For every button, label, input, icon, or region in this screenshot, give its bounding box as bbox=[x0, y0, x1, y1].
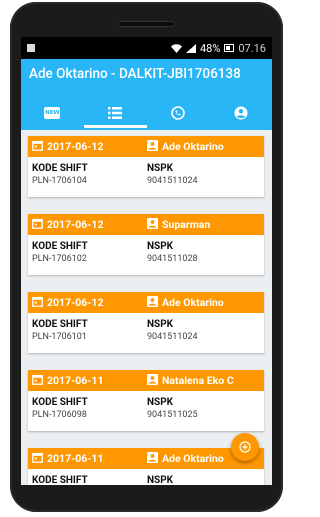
card-header: 2017-06-12 Ade Oktarino bbox=[28, 292, 264, 313]
card-body: KODE SHIFT PLN-1706098 NSPK 9041511025 bbox=[28, 391, 264, 431]
person-card-icon bbox=[147, 451, 158, 466]
kode-shift-label: KODE SHIFT bbox=[32, 475, 88, 485]
calendar-icon bbox=[32, 140, 43, 154]
add-button[interactable] bbox=[231, 433, 259, 461]
card-date: 2017-06-12 bbox=[47, 218, 104, 231]
calendar-icon bbox=[32, 452, 43, 466]
card-name: Natalena Eko C bbox=[162, 374, 234, 387]
nspk-value: 9041511024 bbox=[147, 332, 198, 342]
page-title: Ade Oktarino - DALKIT-JBI1706138 bbox=[29, 66, 241, 82]
tab-new[interactable]: NEW bbox=[21, 95, 84, 130]
battery-icon bbox=[224, 44, 235, 52]
card-date: 2017-06-12 bbox=[47, 140, 104, 153]
list-item[interactable]: 2017-06-12 Ade Oktarino KODE SHIFT PLN-1… bbox=[28, 136, 264, 197]
status-bar: 48% 07.16 bbox=[21, 37, 272, 59]
clock: 07.16 bbox=[238, 41, 266, 55]
card-header: 2017-06-11 Ade Oktarino bbox=[28, 448, 264, 469]
tab-list[interactable] bbox=[83, 95, 147, 130]
app-bar: Ade Oktarino - DALKIT-JBI1706138 NEW bbox=[21, 59, 272, 130]
list-item[interactable]: 2017-06-11 Ade Oktarino KODE SHIFT NSPK bbox=[28, 448, 264, 485]
kode-shift-value: PLN-1706102 bbox=[32, 254, 87, 264]
nspk-value: 9041511028 bbox=[147, 254, 198, 264]
nspk-label: NSPK bbox=[147, 163, 174, 174]
phone-frame: 48% 07.16 Ade Oktarino - DALKIT-JBI17061… bbox=[10, 2, 283, 512]
card-date: 2017-06-12 bbox=[47, 296, 104, 309]
kode-shift-label: KODE SHIFT bbox=[32, 241, 88, 252]
notification-icon bbox=[27, 44, 35, 52]
nspk-label: NSPK bbox=[147, 241, 174, 252]
card-header: 2017-06-11 Natalena Eko C bbox=[28, 370, 264, 391]
card-date: 2017-06-11 bbox=[47, 452, 104, 465]
phone-in-circle-icon bbox=[171, 105, 185, 120]
list-item[interactable]: 2017-06-12 Suparman KODE SHIFT PLN-17061… bbox=[28, 214, 264, 275]
nspk-value: 9041511025 bbox=[147, 410, 198, 420]
list-icon bbox=[108, 106, 123, 119]
new-badge-icon: NEW bbox=[44, 106, 61, 119]
card-name: Ade Oktarino bbox=[162, 452, 224, 465]
tab-profile[interactable] bbox=[209, 95, 272, 130]
battery-percent: 48% bbox=[199, 41, 221, 55]
add-circle-icon bbox=[239, 438, 251, 457]
kode-shift-value: PLN-1706101 bbox=[32, 332, 87, 342]
card-body: KODE SHIFT NSPK bbox=[28, 469, 264, 485]
kode-shift-label: KODE SHIFT bbox=[32, 319, 88, 330]
list-item[interactable]: 2017-06-11 Natalena Eko C KODE SHIFT PLN… bbox=[28, 370, 264, 431]
shift-list: 2017-06-12 Ade Oktarino KODE SHIFT PLN-1… bbox=[21, 130, 272, 485]
kode-shift-label: KODE SHIFT bbox=[32, 163, 88, 174]
screen: 48% 07.16 Ade Oktarino - DALKIT-JBI17061… bbox=[21, 37, 272, 485]
calendar-icon bbox=[32, 218, 43, 232]
speaker-grille bbox=[118, 21, 175, 27]
nspk-label: NSPK bbox=[147, 397, 174, 408]
nspk-label: NSPK bbox=[147, 319, 174, 330]
kode-shift-value: PLN-1706104 bbox=[32, 176, 87, 186]
card-date: 2017-06-11 bbox=[47, 374, 104, 387]
kode-shift-value: PLN-1706098 bbox=[32, 410, 87, 420]
kode-shift-label: KODE SHIFT bbox=[32, 397, 88, 408]
tab-calls[interactable] bbox=[147, 95, 210, 130]
person-card-icon bbox=[147, 295, 158, 310]
person-card-icon bbox=[147, 139, 158, 154]
nspk-label: NSPK bbox=[147, 475, 174, 485]
nspk-value: 9041511024 bbox=[147, 176, 198, 186]
card-header: 2017-06-12 Ade Oktarino bbox=[28, 136, 264, 157]
calendar-icon bbox=[32, 374, 43, 388]
calendar-icon bbox=[32, 296, 43, 310]
card-body: KODE SHIFT PLN-1706102 NSPK 9041511028 bbox=[28, 235, 264, 275]
card-name: Ade Oktarino bbox=[162, 140, 224, 153]
wifi-icon bbox=[170, 43, 182, 53]
tab-bar: NEW bbox=[21, 95, 272, 130]
person-card-icon bbox=[147, 373, 158, 388]
signal-icon bbox=[185, 43, 196, 53]
list-item[interactable]: 2017-06-12 Ade Oktarino KODE SHIFT PLN-1… bbox=[28, 292, 264, 353]
card-body: KODE SHIFT PLN-1706104 NSPK 9041511024 bbox=[28, 157, 264, 197]
card-name: Suparman bbox=[162, 218, 211, 231]
card-name: Ade Oktarino bbox=[162, 296, 224, 309]
person-card-icon bbox=[147, 217, 158, 232]
card-body: KODE SHIFT PLN-1706101 NSPK 9041511024 bbox=[28, 313, 264, 353]
card-header: 2017-06-12 Suparman bbox=[28, 214, 264, 235]
account-circle-icon bbox=[234, 106, 248, 120]
